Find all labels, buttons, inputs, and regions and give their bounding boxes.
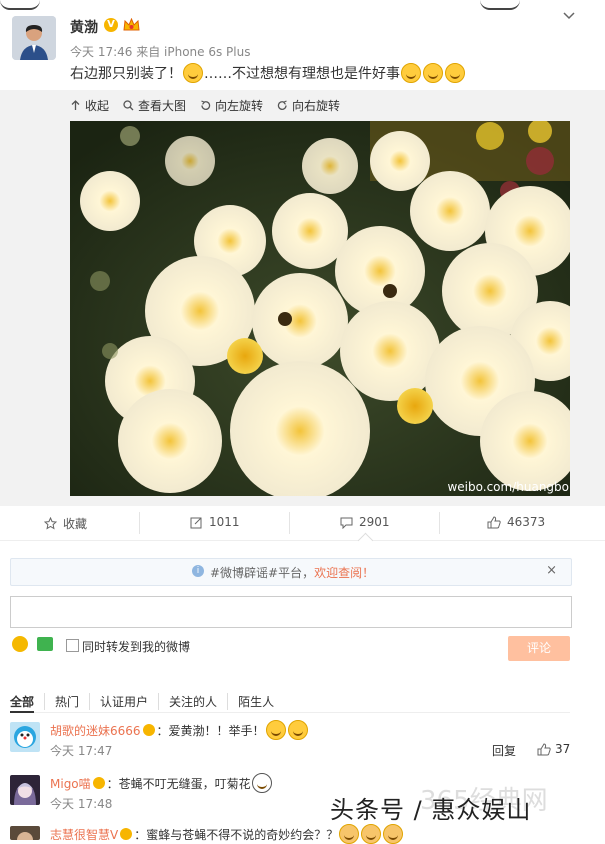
comment-avatar[interactable]: [10, 775, 40, 805]
pray-emoji-icon: [361, 824, 382, 844]
pray-emoji-icon: [339, 824, 360, 844]
filter-hot[interactable]: 热门: [44, 693, 89, 710]
notice-text: #微博辟谣#平台，欢迎查阅！: [210, 564, 374, 581]
comment-filters: 全部 热门 认证用户 关注的人 陌生人: [10, 693, 284, 710]
reply-button[interactable]: 回复: [492, 742, 516, 759]
comment-author[interactable]: Migo喵: [50, 775, 91, 792]
post-username[interactable]: 黄渤: [70, 17, 98, 37]
like-count: 46373: [507, 515, 546, 529]
thumbs-up-icon: [537, 742, 551, 755]
post-photo[interactable]: [70, 121, 570, 496]
favorite-label: 收藏: [63, 517, 88, 531]
repost-count: 1011: [209, 515, 240, 529]
rotate-right-label: 向右旋转: [292, 99, 341, 113]
filter-separator: [10, 712, 570, 713]
post-text-part2: ……不过想想有理想也是件好事: [204, 66, 400, 82]
fan-badge-icon: [92, 777, 105, 789]
pray-emoji-icon: [383, 824, 404, 844]
fan-badge-icon: [142, 724, 155, 736]
filter-following[interactable]: 关注的人: [158, 693, 227, 710]
rotate-right-button[interactable]: 向右旋转: [277, 97, 340, 114]
media-toolbar: 收起 查看大图 向左旋转 向右旋转: [70, 97, 340, 114]
cute-emoji-icon: [287, 720, 308, 740]
thumbs-up-icon: [487, 515, 501, 528]
collapse-button[interactable]: 收起: [70, 97, 109, 114]
star-icon: [44, 517, 57, 530]
comment-text: 志慧很智慧V ：蜜蜂与苍蝇不得不说的奇妙约会？？: [50, 824, 404, 844]
photo-watermark: weibo.com/huangbo: [447, 480, 569, 494]
laugh-emoji-icon: [423, 63, 443, 83]
user-avatar-icon: [10, 826, 40, 840]
chrysanthemum-photo-icon: [70, 121, 570, 496]
comment-avatar[interactable]: [10, 722, 40, 752]
comment-author[interactable]: 胡歌的迷妹6666: [50, 722, 141, 739]
action-divider: [139, 512, 140, 534]
comment-time: 今天 17:48: [50, 797, 113, 811]
rotate-right-icon: [277, 100, 287, 110]
cartoon-avatar-icon: [10, 722, 40, 752]
comment-text: Migo喵 ：苍蝇不叮无缝蛋，叮菊花: [50, 773, 273, 793]
rotate-left-icon: [201, 100, 211, 110]
avatar[interactable]: [12, 16, 56, 60]
crown-member-icon[interactable]: [123, 18, 140, 32]
zoom-icon: [123, 100, 134, 111]
collapse-label: 收起: [85, 99, 110, 113]
comment-icon: [340, 517, 353, 529]
post-text: 右边那只别装了！ ……不过想想有理想也是件好事: [70, 63, 466, 83]
notice-body: #微博辟谣#平台，: [210, 566, 315, 580]
action-divider: [289, 512, 290, 534]
repost-checkbox[interactable]: [66, 639, 79, 652]
comment-time: 今天 17:47: [50, 744, 113, 758]
comment-body: ：爱黄渤！！举手！: [156, 723, 265, 738]
rotate-left-label: 向左旋转: [215, 99, 264, 113]
comment-input[interactable]: [10, 596, 572, 628]
comment-like-button[interactable]: 37: [537, 742, 570, 756]
view-large-label: 查看大图: [138, 99, 187, 113]
filter-all[interactable]: 全部: [10, 693, 44, 710]
cute-emoji-icon: [265, 720, 286, 740]
repost-checkbox-label: 同时转发到我的微博: [82, 640, 191, 654]
comment-like-count: 37: [555, 742, 571, 756]
filter-strangers[interactable]: 陌生人: [227, 693, 284, 710]
repost-button[interactable]: 1011: [190, 515, 240, 529]
image-upload-icon[interactable]: [37, 637, 53, 651]
comment-button[interactable]: 2901: [340, 515, 390, 529]
post-meta: 今天 17:46 来自 iPhone 6s Plus: [70, 45, 251, 59]
smirk-emoji-icon: [183, 63, 203, 83]
submit-comment-button[interactable]: 评论: [508, 636, 570, 661]
verified-badge-icon[interactable]: V: [104, 18, 118, 32]
filter-verified[interactable]: 认证用户: [89, 693, 158, 710]
chevron-down-icon[interactable]: [563, 10, 575, 22]
avatar-portrait-icon: [12, 16, 56, 60]
action-divider: [439, 512, 440, 534]
panda-emoji-icon: [251, 773, 272, 793]
view-large-button[interactable]: 查看大图: [123, 97, 186, 114]
comment-body: ：苍蝇不叮无缝蛋，叮菊花: [106, 776, 251, 791]
repost-icon: [190, 517, 202, 528]
comment-count: 2901: [359, 515, 390, 529]
like-button[interactable]: 46373: [487, 515, 545, 529]
grin-emoji-icon: [401, 63, 421, 83]
top-right-scribble-icon: [480, 0, 520, 10]
rotate-left-button[interactable]: 向左旋转: [200, 97, 263, 114]
emoji-picker-icon[interactable]: [12, 636, 28, 652]
close-icon[interactable]: ×: [546, 563, 557, 578]
active-filter-underline: [10, 711, 34, 713]
anime-avatar-icon: [10, 775, 40, 805]
post-text-part1: 右边那只别装了！: [70, 66, 182, 82]
fan-badge-icon: [120, 828, 133, 840]
comment-avatar[interactable]: [10, 826, 40, 840]
info-icon: i: [192, 565, 204, 577]
favorite-button[interactable]: 收藏: [44, 515, 87, 532]
top-left-scribble-icon: [0, 0, 40, 10]
big-grin-emoji-icon: [445, 63, 465, 83]
notice-link[interactable]: 欢迎查阅！: [314, 566, 374, 580]
collapse-icon: [71, 100, 80, 110]
comment-text: 胡歌的迷妹6666 ：爱黄渤！！举手！: [50, 720, 309, 740]
source-watermark: 头条号 / 惠众娱山: [330, 796, 532, 824]
